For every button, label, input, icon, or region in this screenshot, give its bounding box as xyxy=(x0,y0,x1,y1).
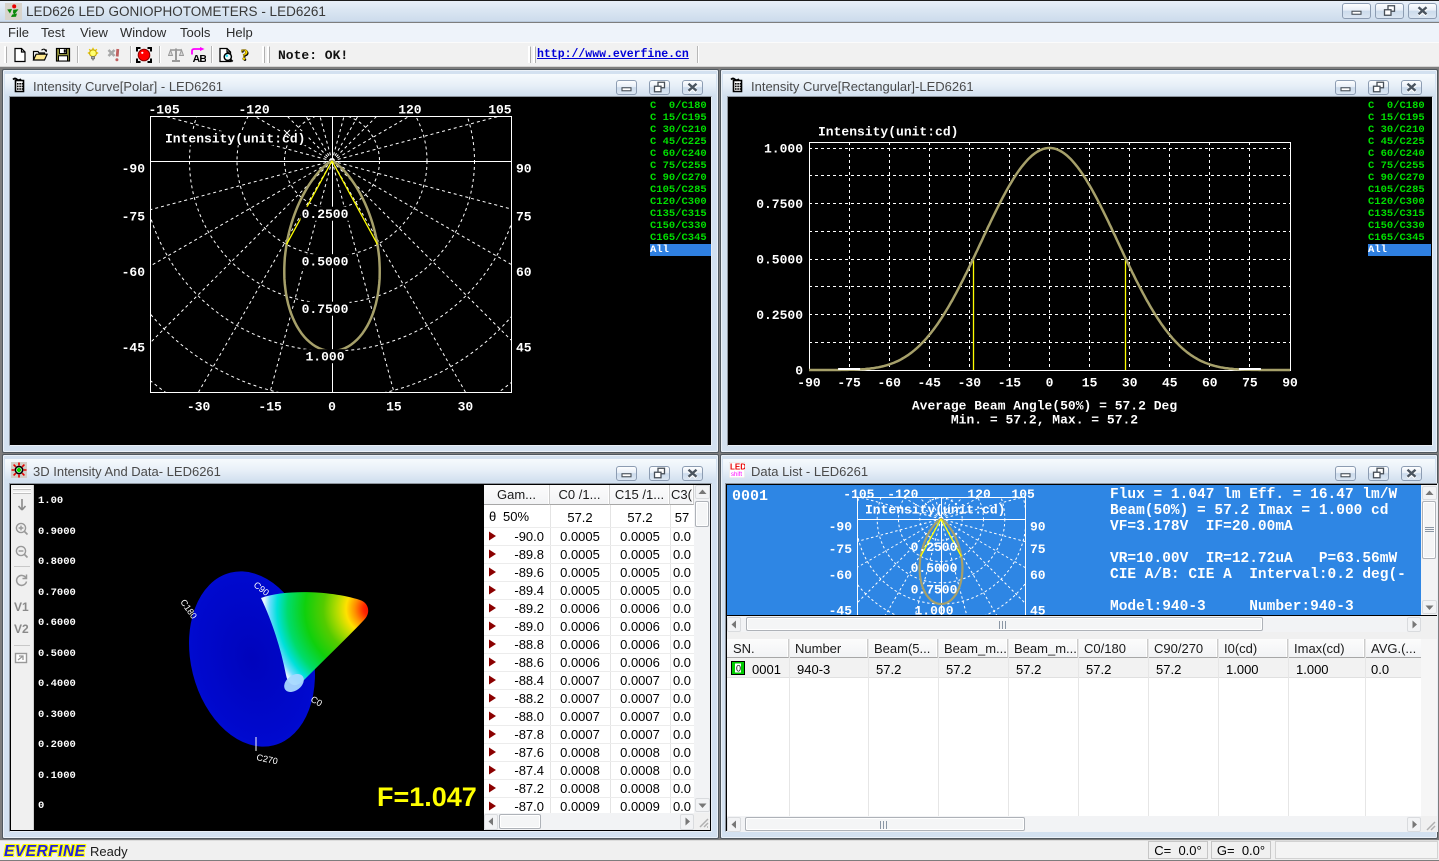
svg-text:90: 90 xyxy=(516,162,532,177)
svg-text:-60: -60 xyxy=(829,568,853,583)
svg-text:1.000: 1.000 xyxy=(764,142,803,157)
svg-text:0.7500: 0.7500 xyxy=(302,302,349,317)
svg-text:0.2500: 0.2500 xyxy=(911,540,958,555)
svg-text:75: 75 xyxy=(1242,376,1258,391)
svg-text:-90: -90 xyxy=(122,162,146,177)
svg-text:120: 120 xyxy=(967,487,991,502)
svg-text:?: ? xyxy=(241,47,249,63)
svg-text:0: 0 xyxy=(736,664,741,674)
svg-text:45: 45 xyxy=(516,341,532,356)
svg-text:120: 120 xyxy=(398,103,422,118)
svg-text:60: 60 xyxy=(516,265,532,280)
svg-text:-60: -60 xyxy=(877,376,901,391)
svg-text:105: 105 xyxy=(1011,487,1035,502)
svg-text:0: 0 xyxy=(1046,376,1054,391)
svg-text:1.000: 1.000 xyxy=(914,604,953,615)
svg-text:60: 60 xyxy=(1030,568,1046,583)
svg-text:60: 60 xyxy=(1202,376,1218,391)
svg-text:0.7500: 0.7500 xyxy=(911,582,958,597)
svg-text:-120: -120 xyxy=(887,487,918,502)
svg-text:-60: -60 xyxy=(122,265,146,280)
svg-text:15: 15 xyxy=(386,400,402,415)
svg-text:0.2500: 0.2500 xyxy=(302,207,349,222)
svg-text:-45: -45 xyxy=(829,604,853,615)
svg-text:-30: -30 xyxy=(958,376,982,391)
svg-text:45: 45 xyxy=(1162,376,1178,391)
svg-text:LED: LED xyxy=(730,463,745,472)
svg-text:-75: -75 xyxy=(122,210,146,225)
svg-text:75: 75 xyxy=(516,210,532,225)
svg-text:45: 45 xyxy=(1030,604,1046,615)
svg-text:-105: -105 xyxy=(148,103,179,118)
svg-text:105: 105 xyxy=(488,103,512,118)
svg-text:-90: -90 xyxy=(829,520,853,535)
svg-text:-15: -15 xyxy=(998,376,1022,391)
svg-text:15: 15 xyxy=(1082,376,1098,391)
svg-text:0.7500: 0.7500 xyxy=(756,197,803,212)
svg-text:0.2500: 0.2500 xyxy=(756,308,803,323)
svg-text:75: 75 xyxy=(1030,542,1046,557)
svg-text:-105: -105 xyxy=(843,487,874,502)
svg-text:0.5000: 0.5000 xyxy=(302,255,349,270)
svg-text:0.5000: 0.5000 xyxy=(756,253,803,268)
svg-text:-30: -30 xyxy=(187,400,211,415)
svg-text:1.000: 1.000 xyxy=(305,350,344,365)
svg-text:Intensity(unit:cd): Intensity(unit:cd) xyxy=(865,503,1005,518)
svg-text:shift: shift xyxy=(731,472,742,478)
svg-text:Min. = 57.2, Max. = 57.2: Min. = 57.2, Max. = 57.2 xyxy=(951,413,1138,428)
svg-text:90: 90 xyxy=(1282,376,1298,391)
svg-text:-45: -45 xyxy=(917,376,941,391)
svg-text:-45: -45 xyxy=(122,341,146,356)
svg-text:Average Beam Angle(50%) = 57.2: Average Beam Angle(50%) = 57.2 Deg xyxy=(912,399,1177,414)
svg-text:B: B xyxy=(199,53,206,63)
svg-text:Intensity(unit:cd): Intensity(unit:cd) xyxy=(165,132,305,147)
svg-text:C270: C270 xyxy=(256,752,279,766)
svg-text:-15: -15 xyxy=(258,400,282,415)
svg-text:30: 30 xyxy=(1122,376,1138,391)
svg-text:-75: -75 xyxy=(829,542,853,557)
svg-text:-90: -90 xyxy=(797,376,821,391)
svg-text:0.5000: 0.5000 xyxy=(911,561,958,576)
svg-text:-75: -75 xyxy=(837,376,861,391)
svg-text:Intensity(unit:cd): Intensity(unit:cd) xyxy=(818,125,958,140)
svg-text:-120: -120 xyxy=(238,103,269,118)
svg-text:90: 90 xyxy=(1030,520,1046,535)
svg-text:0: 0 xyxy=(328,400,336,415)
svg-text:30: 30 xyxy=(458,400,474,415)
